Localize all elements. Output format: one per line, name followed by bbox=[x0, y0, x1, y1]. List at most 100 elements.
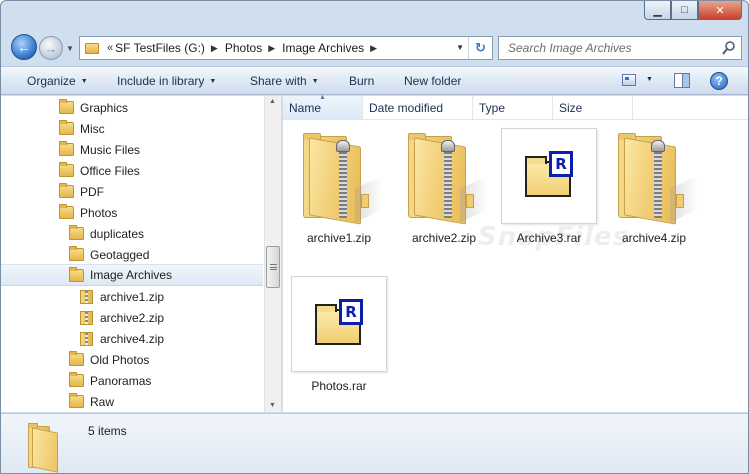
tree-item-geotagged[interactable]: Geotagged bbox=[1, 244, 263, 265]
tree-item-photos[interactable]: Photos bbox=[1, 202, 263, 223]
zip-folder-icon bbox=[291, 128, 387, 225]
breadcrumb-photos[interactable]: Photos ▶ bbox=[225, 41, 282, 55]
breadcrumb-drive[interactable]: SF TestFiles (G:) ▶ bbox=[115, 41, 225, 55]
details-pane: 5 items bbox=[1, 413, 748, 473]
address-bar[interactable]: « SF TestFiles (G:) ▶ Photos ▶ Image Arc… bbox=[79, 36, 493, 60]
column-header-name[interactable]: ▲ Name bbox=[283, 94, 363, 120]
recent-pages-dropdown[interactable]: ▼ bbox=[66, 44, 76, 54]
organize-button[interactable]: Organize ▼ bbox=[27, 74, 88, 88]
tree-item-label: Image Archives bbox=[90, 268, 173, 282]
organize-label: Organize bbox=[27, 74, 76, 88]
tree-item-label: Old Photos bbox=[90, 352, 150, 367]
zip-folder-icon bbox=[80, 331, 93, 346]
file-item-archive1-zip[interactable]: archive1.zip bbox=[291, 128, 387, 245]
tree-item-graphics[interactable]: Graphics bbox=[1, 97, 263, 118]
column-header-size[interactable]: Size bbox=[553, 96, 633, 120]
help-icon: ? bbox=[715, 74, 723, 88]
search-icon[interactable] bbox=[722, 41, 735, 55]
scrollbar-thumb[interactable] bbox=[266, 246, 280, 288]
tree-item-pdf[interactable]: PDF bbox=[1, 181, 263, 202]
tree-item-old-photos[interactable]: Old Photos bbox=[1, 349, 263, 370]
zip-folder-icon bbox=[80, 310, 93, 325]
maximize-button[interactable]: □ bbox=[671, 1, 698, 20]
breadcrumb-separator-icon[interactable]: ▶ bbox=[211, 43, 218, 54]
tree-item-raw[interactable]: Raw bbox=[1, 391, 263, 412]
search-box[interactable] bbox=[498, 36, 742, 60]
folder-icon bbox=[69, 225, 84, 240]
tree-item-panoramas[interactable]: Panoramas bbox=[1, 370, 263, 391]
folder-icon bbox=[28, 422, 62, 473]
tree-item-label: duplicates bbox=[90, 226, 145, 241]
tree-item-label: Graphics bbox=[80, 100, 129, 115]
tree-item-label: Raw bbox=[90, 394, 115, 409]
tree-item-archive1-zip[interactable]: archive1.zip bbox=[1, 286, 263, 307]
view-options-dropdown[interactable]: ▼ bbox=[646, 76, 653, 83]
scroll-down-icon[interactable]: ▼ bbox=[269, 402, 276, 409]
search-input[interactable] bbox=[508, 41, 713, 55]
breadcrumb-overflow[interactable]: « bbox=[107, 42, 113, 54]
help-button[interactable]: ? bbox=[710, 72, 728, 90]
preview-pane-icon[interactable] bbox=[674, 73, 690, 88]
column-header-date-modified[interactable]: Date modified bbox=[363, 96, 473, 120]
file-list-pane: ▲ Name Date modified Type Size SnapFiles… bbox=[282, 94, 748, 412]
tree-item-label: Music Files bbox=[80, 142, 141, 157]
zip-folder-icon bbox=[80, 289, 93, 304]
file-name: archive2.zip bbox=[411, 231, 477, 245]
rar-file-icon: R bbox=[501, 128, 597, 224]
column-header-type[interactable]: Type bbox=[473, 96, 553, 120]
zip-folder-icon bbox=[396, 128, 492, 225]
tree-item-archive2-zip[interactable]: archive2.zip bbox=[1, 307, 263, 328]
tree-item-label: Geotagged bbox=[90, 247, 150, 262]
tree-item-label: archive2.zip bbox=[100, 310, 165, 325]
breadcrumb-label: SF TestFiles (G:) bbox=[115, 41, 205, 55]
folder-icon bbox=[69, 372, 84, 387]
file-name: Photos.rar bbox=[311, 379, 367, 393]
column-header-label: Name bbox=[289, 101, 322, 115]
breadcrumb-separator-icon[interactable]: ▶ bbox=[268, 43, 275, 54]
tree-item-label: Misc bbox=[80, 121, 105, 136]
breadcrumb-image-archives[interactable]: Image Archives ▶ bbox=[282, 41, 384, 55]
back-button[interactable]: ← bbox=[11, 34, 37, 60]
file-name: Archive3.rar bbox=[516, 231, 582, 245]
change-view-icon[interactable] bbox=[622, 74, 636, 86]
tree-item-label: Office Files bbox=[80, 163, 140, 178]
tree-item-image-archives[interactable]: Image Archives bbox=[1, 264, 263, 286]
breadcrumb-separator-icon[interactable]: ▶ bbox=[370, 43, 377, 54]
scroll-up-icon[interactable]: ▲ bbox=[269, 98, 276, 105]
address-history-dropdown[interactable]: ▼ bbox=[456, 43, 464, 52]
tree-item-music-files[interactable]: Music Files bbox=[1, 139, 263, 160]
chevron-down-icon: ▼ bbox=[311, 78, 319, 85]
folder-icon bbox=[69, 351, 84, 366]
column-headers: ▲ Name Date modified Type Size bbox=[283, 94, 748, 120]
close-button[interactable]: ✕ bbox=[698, 1, 742, 20]
refresh-icon: ↻ bbox=[475, 40, 486, 55]
include-in-library-button[interactable]: Include in library ▼ bbox=[117, 74, 216, 88]
include-in-library-label: Include in library bbox=[117, 74, 205, 88]
forward-arrow-icon: → bbox=[44, 40, 58, 56]
folder-icon bbox=[59, 162, 74, 177]
navigation-bar: ← → ▼ « SF TestFiles (G:) ▶ Photos ▶ Ima… bbox=[1, 31, 748, 65]
file-item-archive4-zip[interactable]: archive4.zip bbox=[606, 128, 702, 245]
forward-button[interactable]: → bbox=[39, 36, 63, 60]
share-with-label: Share with bbox=[250, 74, 307, 88]
share-with-button[interactable]: Share with ▼ bbox=[250, 74, 319, 88]
tree-item-office-files[interactable]: Office Files bbox=[1, 160, 263, 181]
folder-icon bbox=[59, 141, 74, 156]
back-arrow-icon: ← bbox=[17, 39, 31, 55]
breadcrumb-label: Image Archives bbox=[282, 41, 365, 55]
folder-icon bbox=[69, 266, 84, 282]
minimize-button[interactable]: ▁ bbox=[644, 1, 671, 20]
tree-item-misc[interactable]: Misc bbox=[1, 118, 263, 139]
grip-icon bbox=[270, 264, 277, 270]
file-item-photos-rar[interactable]: R Photos.rar bbox=[291, 276, 387, 393]
tree-item-archive4-zip[interactable]: archive4.zip bbox=[1, 328, 263, 349]
tree-item-duplicates[interactable]: duplicates bbox=[1, 223, 263, 244]
new-folder-button[interactable]: New folder bbox=[404, 74, 461, 88]
folder-icon bbox=[59, 204, 74, 219]
refresh-button[interactable]: ↻ bbox=[468, 37, 492, 59]
file-item-archive3-rar[interactable]: R Archive3.rar bbox=[501, 128, 597, 245]
file-item-archive2-zip[interactable]: archive2.zip bbox=[396, 128, 492, 245]
burn-button[interactable]: Burn bbox=[349, 74, 374, 88]
navigation-scrollbar[interactable]: ▲ ▼ bbox=[264, 96, 281, 412]
sort-ascending-icon: ▲ bbox=[319, 94, 326, 101]
